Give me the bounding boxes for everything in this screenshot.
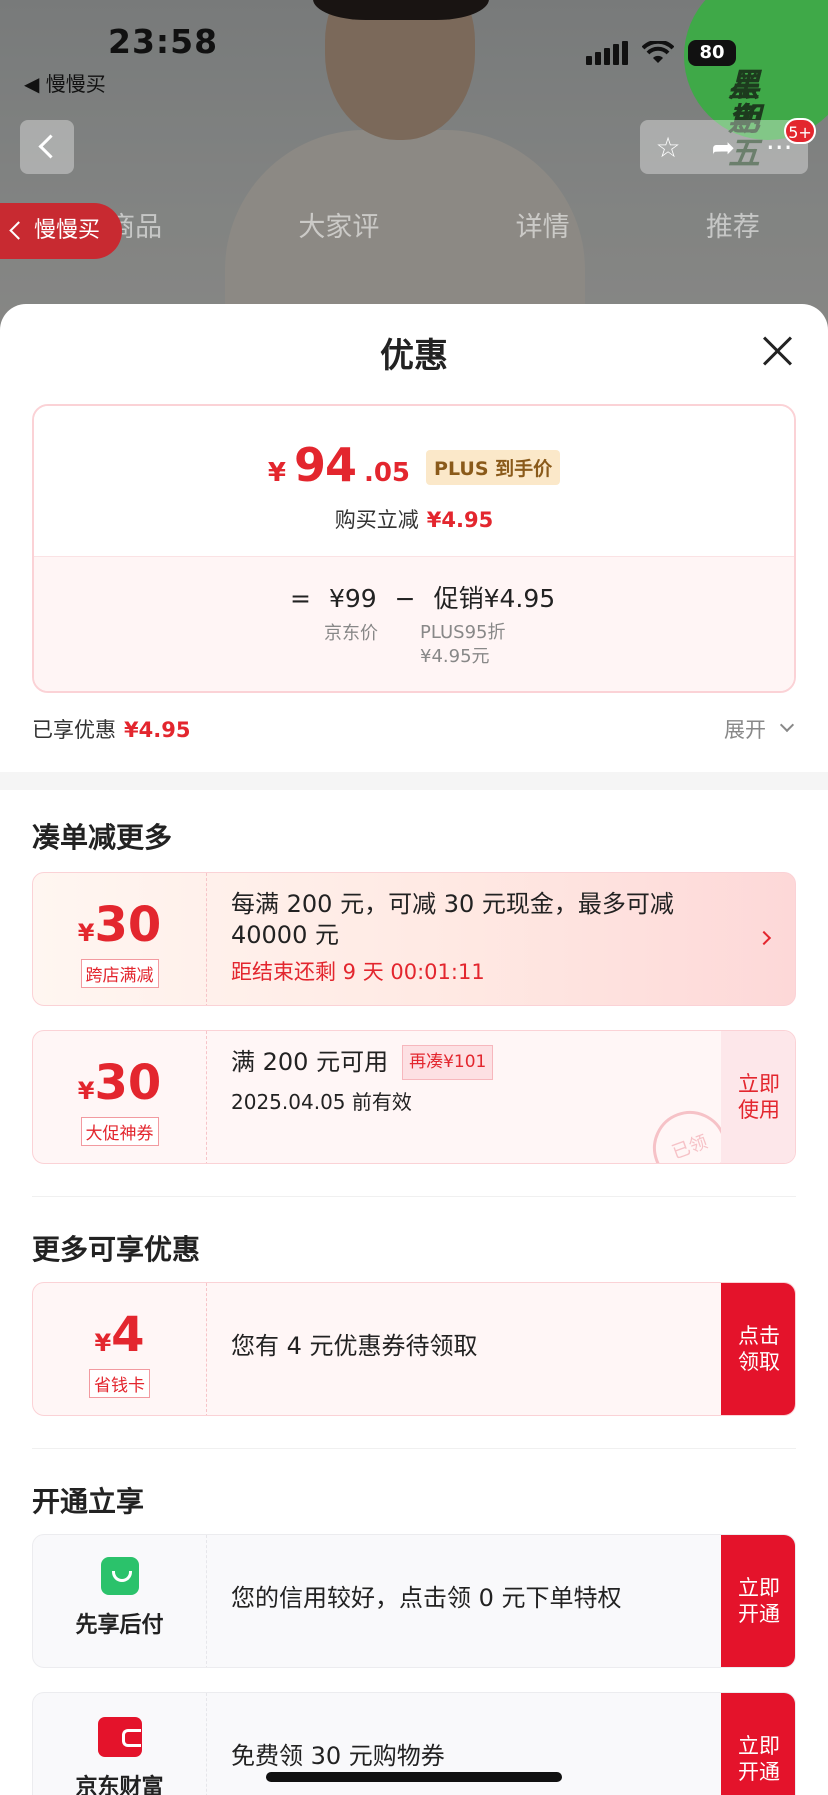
wallet-icon [97,1717,142,1757]
use-now-button[interactable]: 立即 使用 [721,1031,795,1163]
status-back-app[interactable]: ◀ 慢慢买 [24,68,106,97]
close-icon[interactable] [760,334,794,368]
jd-price: ¥99 [328,584,377,613]
home-indicator[interactable] [266,1772,562,1782]
float-back-button[interactable]: 慢慢买 [0,203,122,259]
share-icon[interactable]: ➦ [711,131,734,164]
star-icon[interactable]: ☆ [655,131,680,164]
battery-indicator: 80 [688,40,736,66]
section-title-more: 凑单减更多 [32,821,173,854]
expand-button[interactable]: 展开 [724,714,766,744]
cellular-signal-icon [586,41,628,65]
coupon-description: 您有 4 元优惠券待领取 [231,1332,478,1360]
section-title-enjoy: 更多可享优惠 [32,1233,201,1266]
coupon-description: 满 200 元可用 再凑¥101 2025.04.05 前有效 [231,1045,494,1118]
promo-amount: 促销¥4.95 [433,584,556,613]
price-breakdown: = ¥99 − 促销¥4.95 京东价 PLUS95折 ¥4.95元 [34,556,794,691]
activate-button[interactable]: 立即 开通 [721,1693,795,1795]
offer-label: 先享后付 [75,1613,164,1638]
pay-later-offer: 先享后付 您的信用较好，点击领 0 元下单特权 立即 开通 [32,1534,796,1668]
tab-details[interactable]: 详情 [516,205,570,244]
price-card: ¥94.05 PLUS 到手价 购买立减 ¥4.95 = ¥99 − 促销¥4.9… [32,404,796,693]
instant-discount: 购买立减 ¥4.95 [334,508,494,532]
coupon-type-tag: 大促神券 [80,1117,159,1146]
coupon-description: 每满 200 元，可减 30 元现金，最多可减 40000 元 距结束还剩 9 … [231,889,674,988]
product-tabs: 商品 大家评 详情 推荐 [0,205,828,244]
coupon-type-tag: 跨店满减 [80,959,159,988]
offer-description: 您的信用较好，点击领 0 元下单特权 [231,1584,622,1612]
wifi-icon [642,41,674,63]
jd-price-note: 京东价 [324,623,378,644]
status-icons: 80 [586,40,736,66]
shopping-bag-icon [100,1557,139,1595]
offer-label: 京东财富 [75,1775,164,1795]
status-time: 23:58 [108,22,219,61]
equals-sign: = [290,584,311,613]
tab-recommend[interactable]: 推荐 [706,205,760,244]
final-price: ¥94.05 PLUS 到手价 [34,438,794,492]
promo-note: PLUS95折 ¥4.95元 [420,622,506,667]
promo-coupon: ¥30 大促神券 满 200 元可用 再凑¥101 2025.04.05 前有效 … [32,1030,796,1164]
minus-sign: − [394,584,416,613]
notification-badge: 5+ [784,118,816,144]
countdown: 距结束还剩 9 天 00:01:11 [231,960,485,984]
savings-card-coupon: ¥4 省钱卡 您有 4 元优惠券待领取 点击 领取 [32,1282,796,1416]
section-separator [0,772,828,790]
add-more-tag: 再凑¥101 [402,1045,494,1080]
divider [32,1448,796,1449]
claim-button[interactable]: 点击 领取 [721,1283,795,1415]
cross-store-coupon[interactable]: ¥30 跨店满减 每满 200 元，可减 30 元现金，最多可减 40000 元… [32,872,796,1006]
divider [32,1196,796,1197]
chevron-right-icon[interactable] [756,930,772,946]
plus-price-tag: PLUS 到手价 [426,450,561,485]
sheet-title: 优惠 [380,336,448,376]
discount-sheet: 优惠 ¥94.05 PLUS 到手价 购买立减 ¥4.95 = ¥99 − 促销¥… [0,304,828,1795]
tab-reviews[interactable]: 大家评 [298,205,379,244]
activate-button[interactable]: 立即 开通 [721,1535,795,1667]
coupon-type-tag: 省钱卡 [89,1369,150,1398]
enjoyed-discount: 已享优惠 ¥4.95 [32,718,191,742]
offer-description: 免费领 30 元购物券 [231,1742,445,1770]
back-button[interactable] [20,120,74,174]
nav-actions: ☆ ➦ ··· [640,120,808,174]
section-title-open: 开通立享 [32,1485,145,1518]
